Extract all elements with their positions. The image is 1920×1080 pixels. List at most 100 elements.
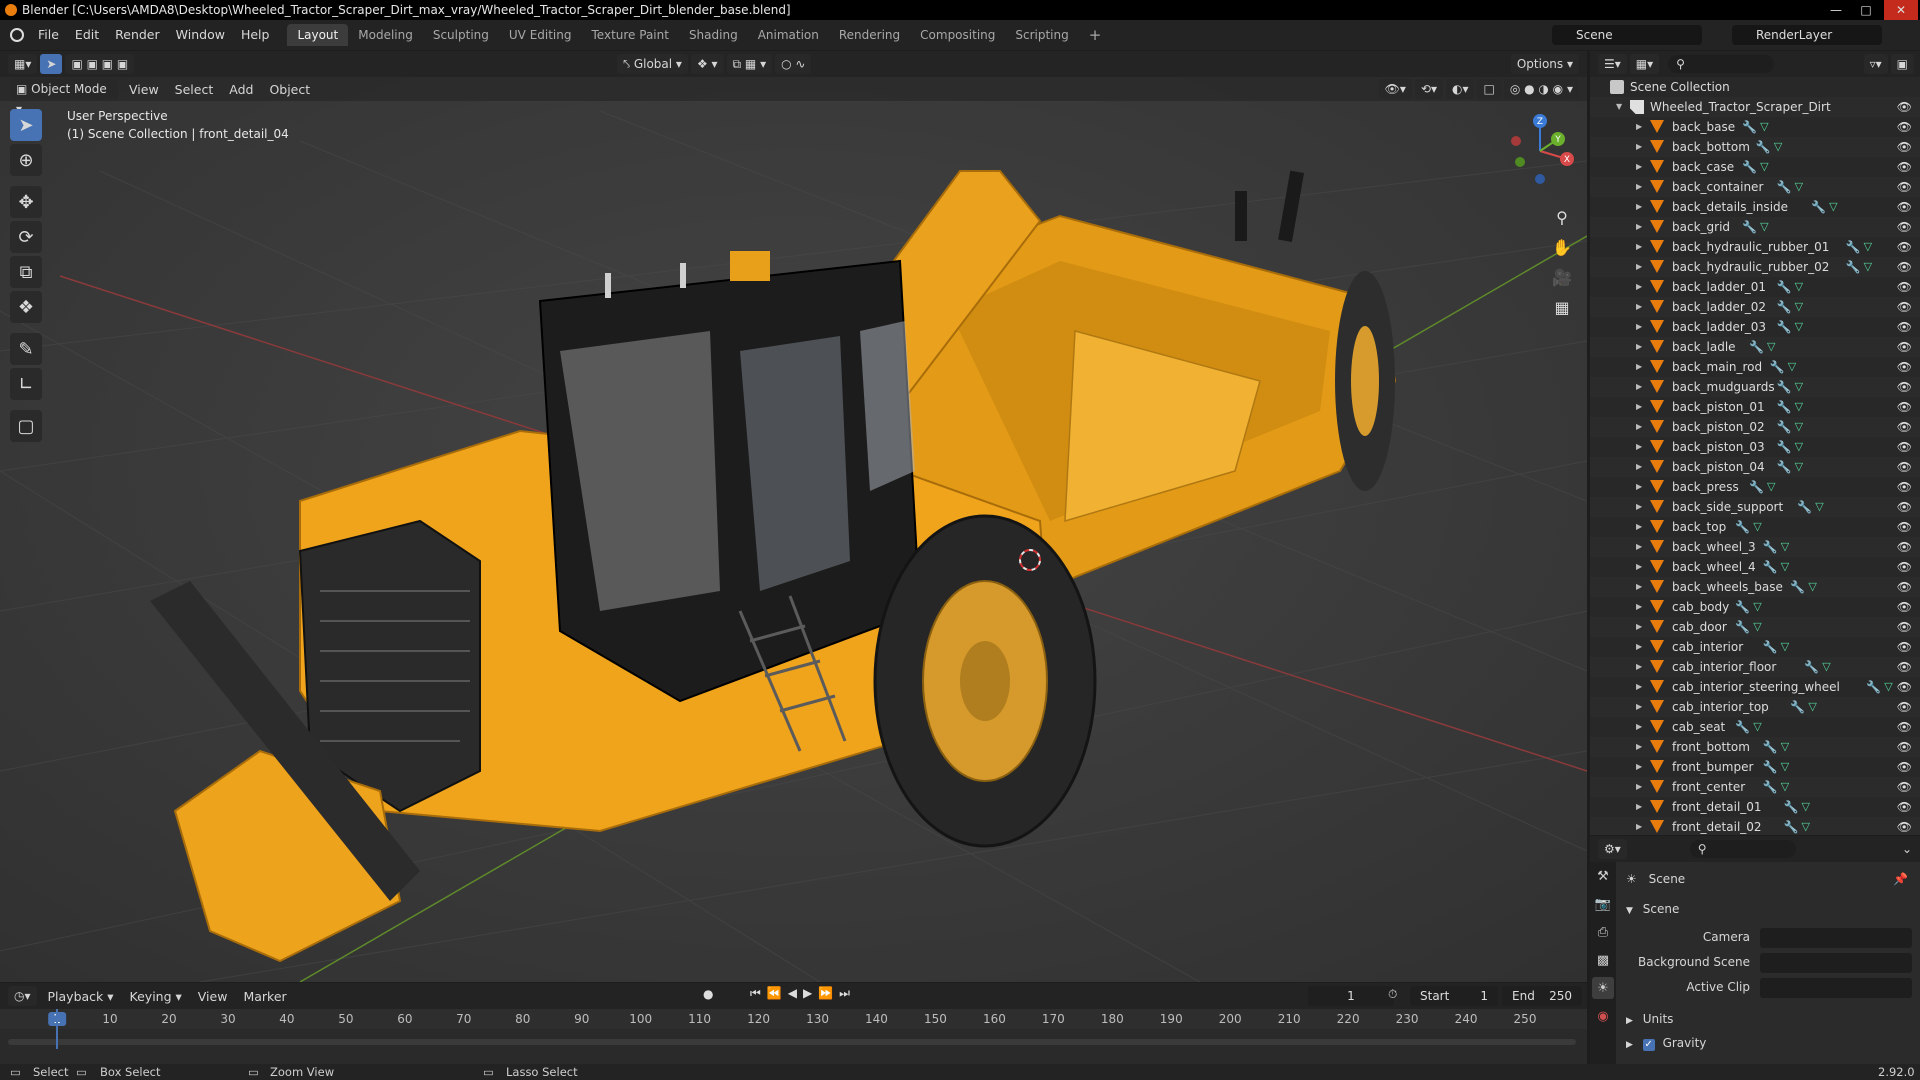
outliner-object-row[interactable]: ▶ cab_interior_steering_wheel 🔧 ▽ 👁 xyxy=(1590,677,1920,697)
modifier-wrench-icon[interactable]: 🔧 xyxy=(1742,157,1757,177)
mesh-data-icon[interactable]: ▽ xyxy=(1829,197,1837,217)
mesh-data-icon[interactable]: ▽ xyxy=(1788,357,1796,377)
scene-selector[interactable]: Scene xyxy=(1552,25,1702,45)
outliner-object-row[interactable]: ▶ back_wheel_4 🔧 ▽ 👁 xyxy=(1590,557,1920,577)
stopwatch-icon[interactable]: ⏱ xyxy=(1388,987,1397,1002)
timeline-menu-view[interactable]: View xyxy=(190,989,236,1004)
measure-tool-icon[interactable]: ∟ xyxy=(10,368,42,400)
expand-arrow-icon[interactable]: ▶ xyxy=(1636,577,1642,597)
visibility-eye-icon[interactable]: 👁 xyxy=(1897,97,1912,117)
close-icon[interactable]: ✕ xyxy=(1884,0,1918,20)
mesh-data-icon[interactable]: ▽ xyxy=(1760,117,1768,137)
rotate-tool-icon[interactable]: ⟳ xyxy=(10,221,42,253)
mesh-data-icon[interactable]: ▽ xyxy=(1795,457,1803,477)
outliner-object-row[interactable]: ▶ back_ladder_02 🔧 ▽ 👁 xyxy=(1590,297,1920,317)
expand-arrow-icon[interactable]: ▶ xyxy=(1636,717,1642,737)
timeline-menu-keying[interactable]: Keying ▾ xyxy=(122,989,190,1004)
modifier-wrench-icon[interactable]: 🔧 xyxy=(1784,797,1799,817)
render-tab-icon[interactable]: 📷 xyxy=(1592,893,1614,915)
visibility-eye-icon[interactable]: 👁 xyxy=(1897,257,1912,277)
expand-arrow-icon[interactable]: ▶ xyxy=(1636,257,1642,277)
modifier-wrench-icon[interactable]: 🔧 xyxy=(1742,117,1757,137)
outliner-object-row[interactable]: ▶ cab_seat 🔧 ▽ 👁 xyxy=(1590,717,1920,737)
new-collection-icon[interactable]: ▣ xyxy=(1890,54,1914,74)
visibility-eye-icon[interactable]: 👁 xyxy=(1897,517,1912,537)
playhead[interactable] xyxy=(56,1009,58,1049)
timeline-scrollbar[interactable] xyxy=(8,1039,1576,1045)
visibility-eye-icon[interactable]: 👁 xyxy=(1897,737,1912,757)
outliner-object-row[interactable]: ▶ back_piston_04 🔧 ▽ 👁 xyxy=(1590,457,1920,477)
mesh-data-icon[interactable]: ▽ xyxy=(1808,577,1816,597)
mesh-data-icon[interactable]: ▽ xyxy=(1808,697,1816,717)
tab-uv-editing[interactable]: UV Editing xyxy=(499,24,582,46)
3d-viewport[interactable]: ▦▾ ➤ ▣ ▣ ▣ ▣ ⤣ Global ▾ ❖ ▾ ⧉ ▦ ▾ ○ ∿ Op… xyxy=(0,51,1587,982)
outliner-object-row[interactable]: ▶ back_wheels_base 🔧 ▽ 👁 xyxy=(1590,577,1920,597)
outliner-object-row[interactable]: ▶ back_top 🔧 ▽ 👁 xyxy=(1590,517,1920,537)
expand-arrow-icon[interactable]: ▶ xyxy=(1636,757,1642,777)
visibility-eye-icon[interactable]: 👁 xyxy=(1897,697,1912,717)
mesh-data-icon[interactable]: ▽ xyxy=(1795,417,1803,437)
outliner-object-row[interactable]: ▶ front_bumper 🔧 ▽ 👁 xyxy=(1590,757,1920,777)
modifier-wrench-icon[interactable]: 🔧 xyxy=(1763,737,1778,757)
select-box-modes-icon[interactable]: ▣ ▣ ▣ ▣ xyxy=(65,54,135,74)
output-tab-icon[interactable]: ⎙ xyxy=(1592,921,1614,943)
outliner-object-row[interactable]: ▶ cab_interior_top 🔧 ▽ 👁 xyxy=(1590,697,1920,717)
outliner-object-row[interactable]: ▶ back_main_rod 🔧 ▽ 👁 xyxy=(1590,357,1920,377)
modifier-wrench-icon[interactable]: 🔧 xyxy=(1770,357,1785,377)
expand-arrow-icon[interactable]: ▶ xyxy=(1636,777,1642,797)
modifier-wrench-icon[interactable]: 🔧 xyxy=(1742,217,1757,237)
active-clip-field[interactable] xyxy=(1760,978,1912,998)
expand-arrow-icon[interactable]: ▶ xyxy=(1636,557,1642,577)
mesh-data-icon[interactable]: ▽ xyxy=(1760,217,1768,237)
modifier-wrench-icon[interactable]: 🔧 xyxy=(1846,257,1861,277)
mesh-data-icon[interactable]: ▽ xyxy=(1802,797,1810,817)
gravity-panel-header[interactable]: ▶ ✓ Gravity xyxy=(1626,1036,1706,1051)
menu-render[interactable]: Render xyxy=(107,24,168,46)
scale-tool-icon[interactable]: ⧉ xyxy=(10,256,42,288)
pan-view-icon[interactable]: ✋ xyxy=(1548,233,1576,261)
visibility-eye-icon[interactable]: 👁 xyxy=(1897,437,1912,457)
transform-tool-icon[interactable]: ❖ xyxy=(10,291,42,323)
expand-arrow-icon[interactable]: ▶ xyxy=(1636,817,1642,835)
mesh-data-icon[interactable]: ▽ xyxy=(1753,717,1761,737)
outliner-object-row[interactable]: ▶ back_details_inside 🔧 ▽ 👁 xyxy=(1590,197,1920,217)
visibility-eye-icon[interactable]: 👁 xyxy=(1897,777,1912,797)
visibility-eye-icon[interactable]: 👁 xyxy=(1897,317,1912,337)
mesh-data-icon[interactable]: ▽ xyxy=(1774,137,1782,157)
overlay-toggle-icon[interactable]: ◐▾ xyxy=(1445,79,1475,99)
modifier-wrench-icon[interactable]: 🔧 xyxy=(1763,537,1778,557)
modifier-wrench-icon[interactable]: 🔧 xyxy=(1784,817,1799,835)
modifier-wrench-icon[interactable]: 🔧 xyxy=(1735,597,1750,617)
pin-icon[interactable]: 📌 xyxy=(1893,872,1908,886)
move-tool-icon[interactable]: ✥ xyxy=(10,186,42,218)
timeline-menu-playback[interactable]: Playback ▾ xyxy=(40,989,122,1004)
menu-file[interactable]: File xyxy=(30,24,67,46)
modifier-wrench-icon[interactable]: 🔧 xyxy=(1763,557,1778,577)
cursor-tool-icon[interactable]: ⊕ xyxy=(10,144,42,176)
mesh-data-icon[interactable]: ▽ xyxy=(1795,317,1803,337)
visibility-eye-icon[interactable]: 👁 xyxy=(1897,237,1912,257)
visibility-eye-icon[interactable]: 👁 xyxy=(1897,557,1912,577)
modifier-wrench-icon[interactable]: 🔧 xyxy=(1846,237,1861,257)
visibility-eye-icon[interactable]: 👁 xyxy=(1897,217,1912,237)
outliner-object-row[interactable]: ▶ back_wheel_3 🔧 ▽ 👁 xyxy=(1590,537,1920,557)
viewport-menu-object[interactable]: Object xyxy=(261,82,318,97)
expand-arrow-icon[interactable]: ▶ xyxy=(1636,117,1642,137)
modifier-wrench-icon[interactable]: 🔧 xyxy=(1735,717,1750,737)
visibility-eye-icon[interactable]: 👁 xyxy=(1897,677,1912,697)
modifier-wrench-icon[interactable]: 🔧 xyxy=(1811,197,1826,217)
tab-modeling[interactable]: Modeling xyxy=(348,24,423,46)
mesh-data-icon[interactable]: ▽ xyxy=(1781,637,1789,657)
expand-arrow-icon[interactable]: ▶ xyxy=(1636,797,1642,817)
modifier-wrench-icon[interactable]: 🔧 xyxy=(1749,477,1764,497)
transform-orientation-dropdown[interactable]: ⤣ Global ▾ xyxy=(617,54,688,74)
annotate-tool-icon[interactable]: ✎ xyxy=(10,333,42,365)
tool-tab-icon[interactable]: ⚒ xyxy=(1592,865,1614,887)
expand-arrow-icon[interactable]: ▶ xyxy=(1636,177,1642,197)
visibility-eye-icon[interactable]: 👁 xyxy=(1897,177,1912,197)
expand-arrow-icon[interactable]: ▶ xyxy=(1636,637,1642,657)
outliner-object-row[interactable]: ▶ front_detail_02 🔧 ▽ 👁 xyxy=(1590,817,1920,835)
expand-arrow-icon[interactable]: ▶ xyxy=(1636,617,1642,637)
mesh-data-icon[interactable]: ▽ xyxy=(1781,557,1789,577)
collection-row[interactable]: ▼ Wheeled_Tractor_Scraper_Dirt 👁 xyxy=(1590,97,1920,117)
